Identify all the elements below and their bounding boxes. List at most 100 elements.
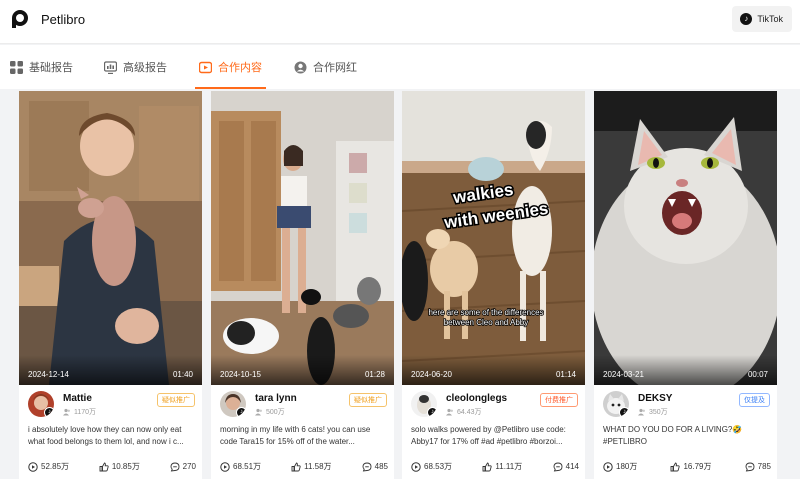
tiktok-icon: ♪ bbox=[427, 407, 437, 417]
like-count: 11.11万 bbox=[482, 461, 522, 472]
tab-label: 基础报告 bbox=[29, 62, 73, 74]
video-duration: 01:28 bbox=[364, 370, 385, 379]
avatar[interactable]: ♪ bbox=[411, 391, 437, 417]
description-line: solo walks powered by @Petlibro use code… bbox=[411, 425, 566, 434]
tiktok-icon: ♪ bbox=[740, 13, 753, 25]
author-row: ♪ Mattie 1170万 疑似推广 bbox=[28, 391, 195, 419]
video-stats: 68.51万 11.58万 485 bbox=[220, 461, 388, 472]
comment-icon bbox=[170, 462, 180, 472]
tab-advanced-report[interactable]: 高级报告 bbox=[104, 45, 167, 89]
avatar[interactable]: ♪ bbox=[220, 391, 246, 417]
video-stats: 68.53万 11.11万 414 bbox=[411, 461, 579, 472]
play-count: 52.85万 bbox=[28, 461, 69, 472]
tab-collab-content[interactable]: 合作内容 bbox=[195, 45, 266, 89]
followers-icon bbox=[255, 408, 262, 416]
tab-basic-report[interactable]: 基础报告 bbox=[10, 45, 73, 89]
status-badge: 付费推广 bbox=[540, 393, 578, 407]
play-count-value: 180万 bbox=[616, 462, 638, 471]
play-icon bbox=[220, 461, 230, 472]
person-icon bbox=[294, 61, 307, 73]
tab-label: 合作内容 bbox=[218, 62, 262, 74]
play-count: 68.53万 bbox=[411, 461, 452, 472]
author-row: ♪ cleolonglegs 64.43万 付费推广 bbox=[411, 391, 578, 419]
video-date: 2024-10-15 bbox=[220, 370, 261, 379]
play-icon bbox=[28, 461, 38, 472]
video-date: 2024-06-20 bbox=[411, 370, 452, 379]
play-count-value: 52.85万 bbox=[41, 462, 70, 471]
description-line: what food belongs to them lol, and now i… bbox=[28, 437, 184, 446]
video-card[interactable]: 2024-10-15 01:28 ♪ tara lynn 500万 疑似推广 m… bbox=[211, 91, 394, 479]
play-count: 180万 bbox=[603, 461, 637, 472]
author-row: ♪ tara lynn 500万 疑似推广 bbox=[220, 391, 387, 419]
status-badge: 疑似推广 bbox=[349, 393, 387, 407]
tab-collab-influencers[interactable]: 合作网红 bbox=[294, 45, 357, 89]
description-line: #PETLIBRO bbox=[603, 437, 648, 446]
author-name[interactable]: cleolonglegs bbox=[446, 393, 507, 404]
video-card[interactable]: 2024-03-21 00:07 ♪ DEKSY 350万 仅提及 WHAT D… bbox=[594, 91, 777, 479]
comment-count: 270 bbox=[170, 461, 196, 472]
video-card[interactable]: walkies with weenies here are some of th… bbox=[402, 91, 585, 479]
comment-count: 485 bbox=[362, 461, 388, 472]
description-line: WHAT DO YOU DO FOR A LIVING?🤣 bbox=[603, 425, 743, 434]
follower-count: 1170万 bbox=[63, 407, 96, 417]
video-description: solo walks powered by @Petlibro use code… bbox=[411, 424, 578, 448]
like-count-value: 11.58万 bbox=[304, 462, 332, 471]
play-icon bbox=[603, 461, 613, 472]
author-name[interactable]: Mattie bbox=[63, 393, 92, 404]
play-count-value: 68.53万 bbox=[424, 462, 453, 471]
caption-line: between Cleo and Abby bbox=[444, 318, 529, 327]
video-thumbnail[interactable]: 2024-03-21 00:07 bbox=[594, 91, 777, 385]
video-card[interactable]: 2024-12-14 01:40 ♪ Mattie 1170万 疑似推广 i a… bbox=[19, 91, 202, 479]
follower-count-value: 1170万 bbox=[74, 409, 97, 416]
caption-line: here are some of the differences bbox=[428, 308, 543, 317]
follower-count: 64.43万 bbox=[446, 407, 482, 417]
description-line: Abby17 for 17% off #ad #petlibro #borzoi… bbox=[411, 437, 563, 446]
like-count: 16.79万 bbox=[670, 461, 712, 472]
followers-icon bbox=[446, 408, 453, 416]
author-name[interactable]: DEKSY bbox=[638, 393, 672, 404]
platform-selector[interactable]: ♪ TikTok bbox=[732, 6, 792, 32]
video-stats: 180万 16.79万 785 bbox=[603, 461, 771, 472]
play-count: 68.51万 bbox=[220, 461, 261, 472]
video-date: 2024-12-14 bbox=[28, 370, 69, 379]
follower-count-value: 500万 bbox=[266, 409, 285, 416]
comment-icon bbox=[745, 462, 755, 472]
like-count-value: 11.11万 bbox=[495, 462, 523, 471]
comment-count: 785 bbox=[745, 461, 771, 472]
avatar[interactable]: ♪ bbox=[28, 391, 54, 417]
followers-icon bbox=[63, 408, 70, 416]
content-icon bbox=[199, 61, 212, 73]
play-icon bbox=[411, 461, 421, 472]
comment-icon bbox=[553, 462, 563, 472]
avatar[interactable]: ♪ bbox=[603, 391, 629, 417]
video-overlay-text: walkies with weenies here are some of th… bbox=[428, 178, 551, 327]
follower-count-value: 64.43万 bbox=[457, 409, 482, 416]
report-tabs: 基础报告 高级报告 合作内容 合作网红 bbox=[0, 45, 800, 89]
top-bar: Petlibro ♪ TikTok bbox=[0, 0, 800, 44]
description-line: morning in my life with 6 cats! you can … bbox=[220, 425, 371, 434]
follower-count: 350万 bbox=[638, 407, 668, 417]
grid-icon bbox=[10, 60, 23, 74]
comment-count-value: 485 bbox=[374, 462, 388, 471]
play-count-value: 68.51万 bbox=[233, 462, 262, 471]
video-thumbnail[interactable]: 2024-10-15 01:28 bbox=[211, 91, 394, 385]
followers-icon bbox=[638, 408, 645, 416]
comment-icon bbox=[362, 462, 372, 472]
author-name[interactable]: tara lynn bbox=[255, 393, 297, 404]
tab-label: 高级报告 bbox=[123, 62, 167, 74]
like-count-value: 16.79万 bbox=[683, 462, 712, 471]
tiktok-icon: ♪ bbox=[236, 407, 246, 417]
platform-label: TikTok bbox=[757, 14, 783, 24]
tab-label: 合作网红 bbox=[313, 62, 357, 74]
description-line: code Tara15 for 15% off of the water... bbox=[220, 437, 355, 446]
video-thumbnail[interactable]: walkies with weenies here are some of th… bbox=[402, 91, 585, 385]
brand-name: Petlibro bbox=[41, 12, 86, 27]
video-date: 2024-03-21 bbox=[603, 370, 644, 379]
comment-count-value: 270 bbox=[182, 462, 196, 471]
thumbs-up-icon bbox=[291, 462, 301, 471]
follower-count-value: 350万 bbox=[649, 409, 668, 416]
video-thumbnail[interactable]: 2024-12-14 01:40 bbox=[19, 91, 202, 385]
follower-count: 500万 bbox=[255, 407, 285, 417]
video-duration: 00:07 bbox=[747, 370, 768, 379]
tiktok-icon: ♪ bbox=[619, 407, 629, 417]
